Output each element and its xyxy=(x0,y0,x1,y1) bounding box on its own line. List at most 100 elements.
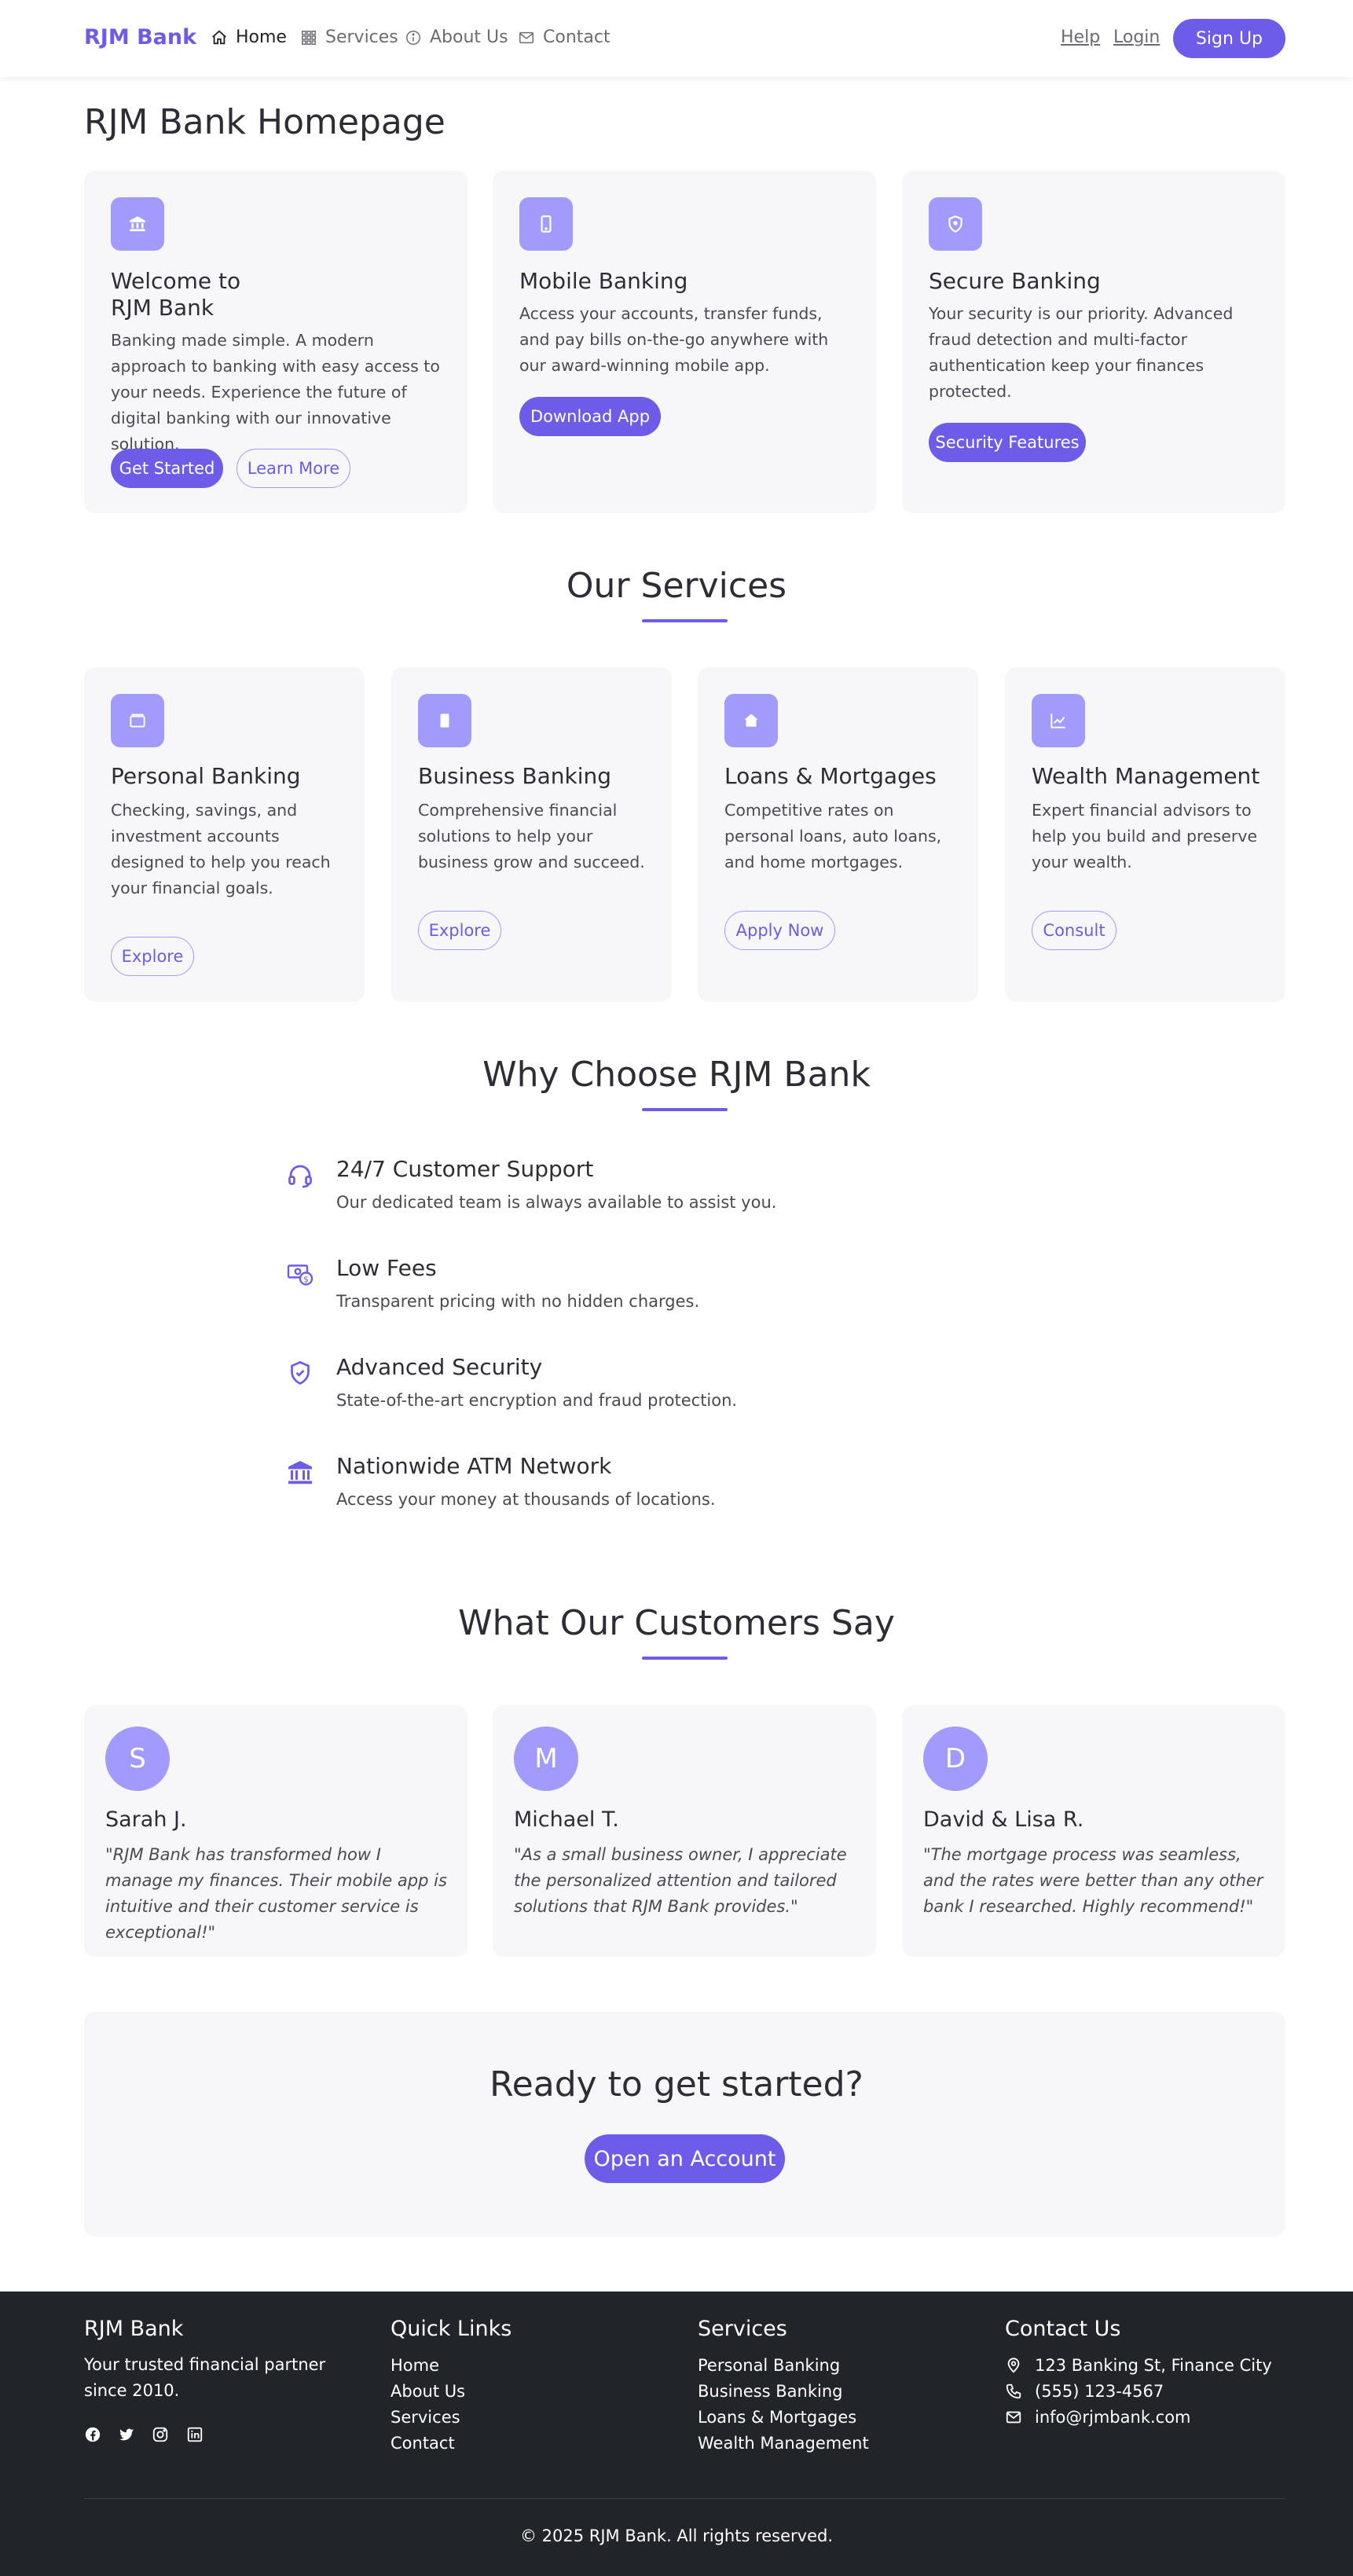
icon-box xyxy=(1032,694,1085,747)
card-title: Welcome to RJM Bank xyxy=(111,268,240,321)
get-started-button[interactable]: Get Started xyxy=(111,449,223,488)
card-text: Checking, savings, and investment accoun… xyxy=(111,801,331,897)
open-account-button[interactable]: Open an Account xyxy=(585,2134,785,2183)
testimonial-card: D David & Lisa R. "The mortgage process … xyxy=(902,1705,1285,1957)
icon-box xyxy=(111,197,164,251)
page-title: RJM Bank Homepage xyxy=(84,102,446,142)
footer-brand: RJM Bank xyxy=(84,2317,184,2341)
chart-icon xyxy=(1050,714,1065,728)
card-title-line2: RJM Bank xyxy=(111,295,214,321)
footer-services-title: Services xyxy=(698,2317,787,2341)
testimonial-name: David & Lisa R. xyxy=(923,1807,1084,1832)
icon-box xyxy=(418,694,471,747)
service-card-wealth: Wealth Management Expert financial advis… xyxy=(1005,667,1285,1002)
avatar: M xyxy=(514,1727,578,1791)
why-item-title: 24/7 Customer Support xyxy=(336,1156,594,1182)
testimonial-card: M Michael T. "As a small business owner,… xyxy=(493,1705,876,1957)
testimonial-name: Michael T. xyxy=(514,1807,619,1832)
why-item-text: State-of-the-art encryption and fraud pr… xyxy=(336,1391,738,1410)
icon-box xyxy=(929,197,982,251)
why-item-title: Advanced Security xyxy=(336,1354,543,1380)
security-features-button[interactable]: Security Features xyxy=(929,423,1086,462)
phone-icon xyxy=(1006,2383,1021,2399)
footer-link-about[interactable]: About Us xyxy=(390,2382,465,2401)
card-title: Business Banking xyxy=(418,763,611,789)
card-text: Competitive rates on personal loans, aut… xyxy=(724,801,942,872)
cta-panel xyxy=(84,2012,1285,2237)
shield-icon xyxy=(948,215,962,233)
footer-address-text: 123 Banking St, Finance City xyxy=(1035,2356,1272,2375)
footer-link-business-banking[interactable]: Business Banking xyxy=(698,2382,843,2401)
instagram-icon[interactable] xyxy=(152,2426,169,2443)
title-underline xyxy=(642,619,728,622)
money-icon: $ xyxy=(287,1264,314,1286)
card-title: Secure Banking xyxy=(929,268,1101,294)
bank-icon xyxy=(130,216,145,232)
footer-address: 123 Banking St, Finance City xyxy=(1005,2356,1272,2375)
card-text: Access your accounts, transfer funds, an… xyxy=(519,304,829,375)
testimonials-title: What Our Customers Say xyxy=(458,1603,895,1643)
card-text: Banking made simple. A modern approach t… xyxy=(111,331,440,453)
apply-now-button[interactable]: Apply Now xyxy=(724,911,835,950)
footer-divider xyxy=(84,2498,1285,2499)
footer-phone-text: (555) 123-4567 xyxy=(1035,2382,1164,2401)
signup-button[interactable]: Sign Up xyxy=(1173,19,1285,58)
nav-home[interactable]: Home xyxy=(211,28,287,47)
footer-link-wealth[interactable]: Wealth Management xyxy=(698,2434,869,2453)
card-title-line1: Welcome to xyxy=(111,268,241,294)
facebook-icon[interactable] xyxy=(84,2426,101,2443)
service-card-loans: Loans & Mortgages Competitive rates on p… xyxy=(698,667,978,1002)
card-title: Mobile Banking xyxy=(519,268,688,294)
avatar: S xyxy=(105,1727,170,1791)
why-item-text: Access your money at thousands of locati… xyxy=(336,1490,716,1509)
twitter-icon[interactable] xyxy=(118,2426,135,2443)
brand-logo[interactable]: RJM Bank xyxy=(84,25,196,50)
why-item-text: Transparent pricing with no hidden charg… xyxy=(336,1292,700,1311)
mail-icon xyxy=(1006,2411,1021,2424)
card-title: Personal Banking xyxy=(111,763,301,789)
hero-card-mobile: Mobile Banking Access your accounts, tra… xyxy=(493,171,876,513)
location-pin-icon xyxy=(1007,2358,1020,2373)
icon-box xyxy=(724,694,778,747)
nav-contact-label: Contact xyxy=(543,28,610,47)
download-app-button[interactable]: Download App xyxy=(519,397,661,436)
consult-button[interactable]: Consult xyxy=(1032,911,1116,950)
card-text: Expert financial advisors to help you bu… xyxy=(1032,801,1258,872)
footer-link-home[interactable]: Home xyxy=(390,2356,439,2375)
nav-about[interactable]: About Us xyxy=(405,28,508,47)
explore-button[interactable]: Explore xyxy=(111,937,194,976)
footer-link-contact[interactable]: Contact xyxy=(390,2434,455,2453)
mobile-icon xyxy=(541,215,552,233)
services-title: Our Services xyxy=(566,566,787,606)
login-link[interactable]: Login xyxy=(1113,28,1160,47)
nav-services[interactable]: Services xyxy=(300,28,398,47)
bank-icon xyxy=(288,1461,312,1484)
home-icon xyxy=(212,30,226,44)
footer-link-loans[interactable]: Loans & Mortgages xyxy=(698,2408,856,2427)
card-text: Your security is our priority. Advanced … xyxy=(929,304,1234,401)
nav-about-label: About Us xyxy=(430,28,508,47)
card-title: Loans & Mortgages xyxy=(724,763,937,789)
footer-email: info@rjmbank.com xyxy=(1005,2408,1191,2427)
linkedin-icon[interactable] xyxy=(186,2426,204,2443)
wallet-icon xyxy=(130,714,145,728)
hero-card-welcome: Welcome to RJM Bank Banking made simple.… xyxy=(84,171,468,513)
footer-link-services[interactable]: Services xyxy=(390,2408,460,2427)
footer-link-personal-banking[interactable]: Personal Banking xyxy=(698,2356,840,2375)
help-link[interactable]: Help xyxy=(1061,28,1100,47)
headset-icon xyxy=(288,1165,312,1188)
house-icon xyxy=(744,714,758,727)
hero-card-secure: Secure Banking Your security is our prio… xyxy=(902,171,1285,513)
footer-phone: (555) 123-4567 xyxy=(1005,2382,1164,2401)
top-navbar: RJM Bank Home Services About Us Contact … xyxy=(0,0,1353,77)
learn-more-button[interactable]: Learn More xyxy=(236,449,350,488)
shield-check-icon xyxy=(291,1361,310,1385)
building-icon xyxy=(440,714,449,728)
explore-button[interactable]: Explore xyxy=(418,911,501,950)
testimonial-card: S Sarah J. "RJM Bank has transformed how… xyxy=(84,1705,468,1957)
footer-email-text: info@rjmbank.com xyxy=(1035,2408,1191,2427)
footer-quick-links-title: Quick Links xyxy=(390,2317,512,2341)
nav-contact[interactable]: Contact xyxy=(518,28,610,47)
why-title: Why Choose RJM Bank xyxy=(482,1055,871,1095)
nav-home-label: Home xyxy=(236,28,287,47)
